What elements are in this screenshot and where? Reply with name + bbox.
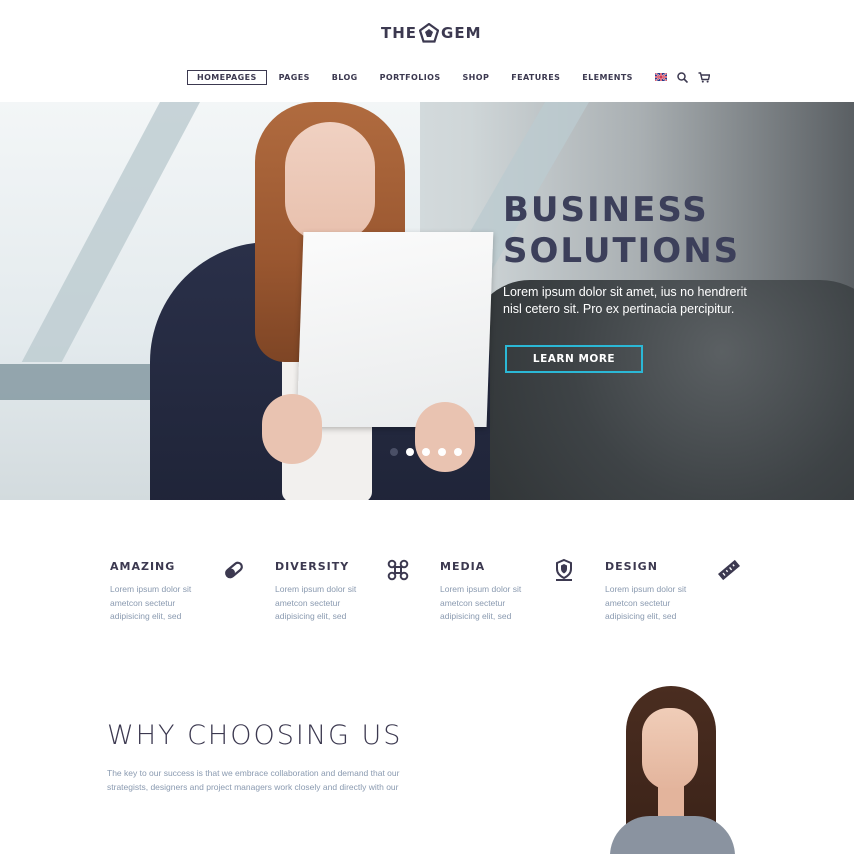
nav-item-pages[interactable]: PAGES: [279, 73, 310, 82]
hero-hand-right: [415, 402, 475, 472]
features-section: AMAZING Lorem ipsum dolor sit ametcon se…: [0, 500, 854, 670]
slider-dot-2[interactable]: [406, 448, 414, 456]
feature-text: Lorem ipsum dolor sit ametcon sectetur a…: [605, 584, 687, 621]
pill-icon: [225, 561, 243, 579]
hero-title-line2: SOLUTIONS: [503, 231, 741, 271]
hero-document: [296, 231, 494, 428]
search-icon[interactable]: [677, 71, 688, 83]
slider-dot-4[interactable]: [438, 448, 446, 456]
feature-text: Lorem ipsum dolor sit ametcon sectetur a…: [440, 584, 522, 621]
nav-item-homepages[interactable]: HOMEPAGES: [187, 69, 267, 85]
ruler-icon: [718, 559, 740, 581]
slider-dot-1[interactable]: [390, 448, 398, 456]
main-nav: HOMEPAGES PAGES BLOG PORTFOLIOS SHOP FEA…: [187, 69, 720, 85]
site-header: THE GEM HOMEPAGES PAGES BLOG PORTFOLIOS …: [0, 0, 854, 102]
slider-dot-5[interactable]: [454, 448, 462, 456]
hero-person-face: [285, 122, 375, 242]
hero-description: Lorem ipsum dolor sit amet, ius no hendr…: [503, 285, 747, 316]
nav-item-features[interactable]: FEATURES: [511, 73, 560, 82]
why-title: WHY CHOOSING US: [107, 720, 403, 751]
logo-text-right: GEM: [441, 24, 482, 42]
uk-flag-icon[interactable]: [654, 73, 667, 81]
hero-slider: BUSINESS SOLUTIONS Lorem ipsum dolor sit…: [0, 102, 854, 500]
portrait-face: [642, 708, 698, 790]
portrait-jacket: [610, 816, 735, 854]
nav-item-elements[interactable]: ELEMENTS: [582, 73, 633, 82]
logo-text-left: THE: [381, 24, 418, 42]
why-text: The key to our success is that we embrac…: [107, 768, 400, 792]
learn-more-button[interactable]: LEARN MORE: [505, 345, 643, 373]
logo[interactable]: THE GEM: [381, 21, 482, 45]
cart-icon[interactable]: [698, 71, 710, 83]
command-icon: [387, 559, 409, 581]
slider-dots: [390, 448, 462, 456]
nav-item-blog[interactable]: BLOG: [332, 73, 358, 82]
shield-pin-icon: [556, 558, 572, 581]
feature-text: Lorem ipsum dolor sit ametcon sectetur a…: [110, 584, 192, 621]
slider-dot-3[interactable]: [422, 448, 430, 456]
hero-hand-left: [262, 394, 322, 464]
feature-text: Lorem ipsum dolor sit ametcon sectetur a…: [275, 584, 357, 621]
gem-icon: [419, 23, 440, 43]
hero-content: BUSINESS SOLUTIONS Lorem ipsum dolor sit…: [503, 190, 803, 318]
nav-item-shop[interactable]: SHOP: [462, 73, 489, 82]
portrait-neck: [658, 786, 684, 820]
hero-title-line1: BUSINESS: [503, 190, 709, 230]
nav-item-portfolios[interactable]: PORTFOLIOS: [380, 73, 441, 82]
window-beam: [0, 364, 170, 400]
team-member-photo: [600, 686, 740, 854]
